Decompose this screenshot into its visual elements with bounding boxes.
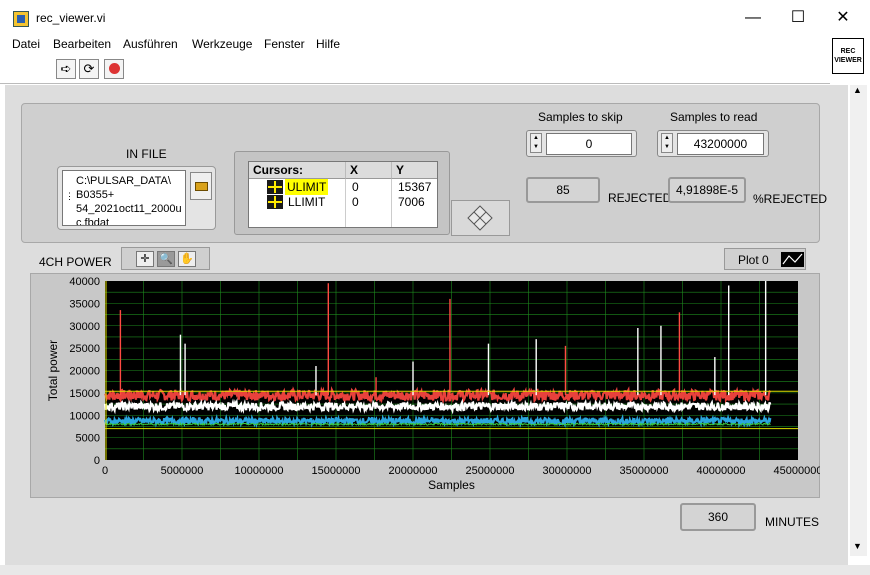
labview-app-icon: [13, 11, 29, 27]
scroll-down-icon[interactable]: ▼: [853, 541, 862, 551]
run-arrow-icon[interactable]: ➪: [56, 59, 76, 79]
in-file-label: IN FILE: [126, 147, 167, 161]
y-tick-label: 35000: [69, 298, 100, 310]
graph-palette: ✛ 🔍 ✋: [121, 247, 210, 270]
plot-swatch-icon: [780, 251, 805, 268]
minimize-button[interactable]: —: [730, 0, 776, 36]
samples-to-read-label: Samples to read: [670, 110, 758, 124]
in-file-path-text: C:\PULSAR_DATA\ B0355+ 54_2021oct11_2000…: [76, 175, 182, 226]
y-tick-label: 10000: [69, 410, 100, 422]
y-axis-label: Total power: [46, 340, 60, 401]
maximize-button[interactable]: ☐: [775, 0, 821, 36]
llimit-cursor-icon: [267, 195, 283, 209]
cursor-col-divider: [391, 179, 392, 227]
cursor-move-button[interactable]: [451, 200, 510, 236]
y-tick-label: 5000: [76, 433, 100, 445]
plot-legend[interactable]: Plot 0: [724, 248, 806, 270]
run-continuously-icon[interactable]: ⟳: [79, 59, 99, 79]
y-tick-label: 0: [94, 455, 100, 467]
y-tick-label: 20000: [69, 366, 100, 378]
samples-to-skip-stepper[interactable]: ▲ ▼: [530, 133, 542, 153]
vi-icon-text: REC VIEWER: [834, 48, 862, 64]
menu-bearbeiten[interactable]: Bearbeiten: [53, 37, 111, 51]
x-tick-label: 40000000: [697, 465, 746, 477]
vertical-scrollbar[interactable]: ▲ ▼: [850, 85, 867, 556]
y-tick-label: 40000: [69, 276, 100, 288]
menu-ausfuehren[interactable]: Ausführen: [123, 37, 178, 51]
ulimit-x: 0: [352, 180, 359, 194]
cursor-header-name: Cursors:: [249, 162, 346, 179]
cursor-move-diamond-icon: [467, 205, 493, 231]
samples-to-skip-input[interactable]: 0: [546, 133, 632, 155]
samples-to-read-input[interactable]: 43200000: [677, 133, 764, 155]
percent-rejected-indicator: 4,91898E-5: [668, 177, 746, 203]
samples-to-skip-label: Samples to skip: [538, 110, 623, 124]
scroll-up-icon[interactable]: ▲: [853, 85, 862, 95]
y-tick-label: 15000: [69, 388, 100, 400]
ulimit-name[interactable]: ULIMIT: [285, 179, 329, 195]
zoom-tool-icon[interactable]: 🔍: [157, 251, 175, 267]
cursor-col-divider: [345, 179, 346, 227]
abort-icon[interactable]: [104, 59, 124, 79]
x-tick-label: 45000000: [774, 465, 820, 477]
browse-button[interactable]: [190, 172, 212, 200]
x-tick-label: 15000000: [312, 465, 361, 477]
menu-werkzeuge[interactable]: Werkzeuge: [192, 37, 252, 51]
background-strip: [0, 565, 870, 575]
x-tick-label: 30000000: [543, 465, 592, 477]
x-tick-label: 25000000: [466, 465, 515, 477]
window-title: rec_viewer.vi: [36, 11, 106, 25]
cursor-header-x: X: [346, 162, 392, 179]
cursor-tool-icon[interactable]: ✛: [136, 251, 154, 267]
power-chart[interactable]: 0 5000000 10000000 15000000 20000000 25000000…: [30, 273, 820, 498]
x-tick-label: 5000000: [161, 465, 204, 477]
folder-icon: [195, 182, 208, 191]
minutes-indicator: 360: [680, 503, 756, 531]
percent-rejected-label: %REJECTED: [753, 192, 828, 206]
y-tick-label: 30000: [69, 321, 100, 333]
cursor-header-y: Y: [392, 162, 437, 179]
llimit-x: 0: [352, 195, 359, 209]
graph-label: 4CH POWER: [39, 255, 112, 269]
rejected-indicator: 85: [526, 177, 600, 203]
cursor-legend[interactable]: Cursors: X Y ULIMIT 0 15367 LLIMIT 0 700…: [248, 161, 438, 228]
ulimit-cursor-icon: [267, 180, 283, 194]
toolbar: [0, 56, 830, 84]
ulimit-y: 15367: [398, 180, 432, 194]
x-tick-label: 20000000: [389, 465, 438, 477]
plot-legend-label: Plot 0: [738, 253, 769, 267]
menu-hilfe[interactable]: Hilfe: [316, 37, 340, 51]
pan-hand-icon[interactable]: ✋: [178, 251, 196, 267]
vi-icon: REC VIEWER: [832, 38, 864, 74]
x-axis-label: Samples: [428, 478, 475, 492]
rejected-label: REJECTED: [608, 191, 672, 205]
in-file-path-input[interactable]: ⋮ C:\PULSAR_DATA\ B0355+ 54_2021oct11_20…: [62, 170, 186, 226]
llimit-name[interactable]: LLIMIT: [285, 194, 325, 210]
x-tick-label: 0: [102, 465, 108, 477]
x-tick-label: 10000000: [235, 465, 284, 477]
x-tick-label: 35000000: [620, 465, 669, 477]
path-drag-icon: ⋮: [65, 191, 74, 201]
llimit-y: 7006: [398, 195, 425, 209]
samples-to-read-stepper[interactable]: ▲ ▼: [661, 133, 673, 153]
close-button[interactable]: ✕: [820, 0, 866, 36]
minutes-label: MINUTES: [765, 515, 819, 529]
y-tick-label: 25000: [69, 343, 100, 355]
menu-datei[interactable]: Datei: [12, 37, 40, 51]
menu-fenster[interactable]: Fenster: [264, 37, 305, 51]
